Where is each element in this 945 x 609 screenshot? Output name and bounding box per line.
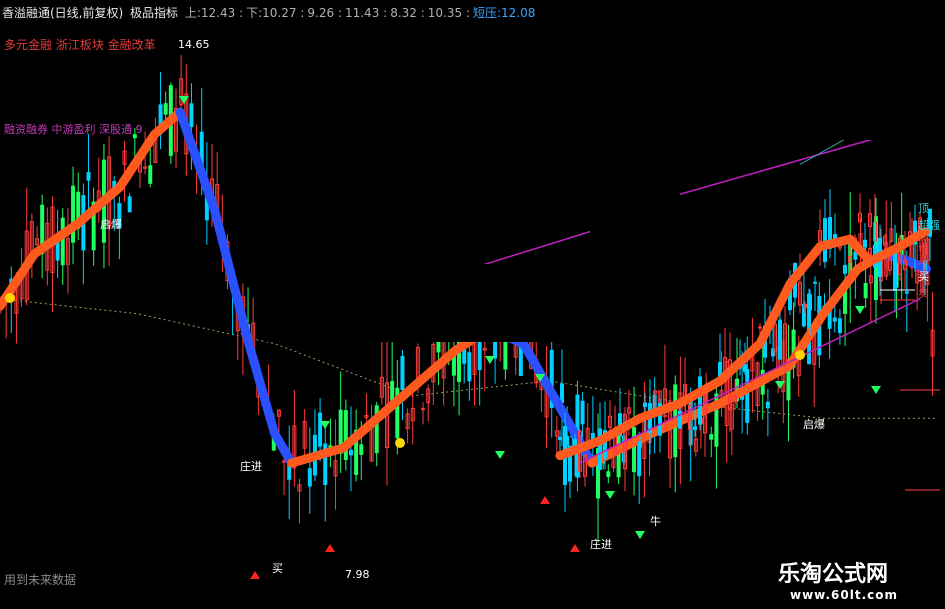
future-data-note: 用到未来数据 bbox=[4, 573, 77, 587]
annotation-label: 启爆 bbox=[100, 217, 122, 231]
stat-item: 8.32 : bbox=[390, 6, 425, 20]
candle-body bbox=[560, 383, 564, 404]
candle-body bbox=[832, 317, 837, 322]
candle-body bbox=[837, 318, 842, 333]
candle-body bbox=[778, 319, 782, 360]
right-label: 买 bbox=[918, 270, 929, 283]
masked-area-top bbox=[535, 0, 945, 140]
candle-body bbox=[71, 185, 76, 243]
sell-arrow bbox=[325, 544, 335, 552]
stat-item: 11.43 : bbox=[344, 6, 388, 20]
candle-body bbox=[390, 381, 395, 402]
candle-body bbox=[843, 264, 847, 274]
candle-body bbox=[462, 349, 467, 364]
buy-arrow bbox=[871, 386, 881, 394]
annotation-label: 庄进 bbox=[590, 537, 612, 551]
right-label: 买 bbox=[918, 253, 929, 266]
annotation-label: 启爆 bbox=[803, 417, 825, 431]
signal-dot bbox=[5, 293, 15, 303]
annotation-label: 14.65 bbox=[178, 38, 210, 51]
candle-body bbox=[663, 414, 667, 417]
stat-item: 9.26 : bbox=[307, 6, 342, 20]
watermark-logo: 乐淘公式网 bbox=[778, 562, 889, 587]
candle-body bbox=[127, 196, 132, 213]
candle-body bbox=[400, 355, 405, 391]
candle-body bbox=[863, 283, 868, 299]
candle-body bbox=[709, 434, 714, 440]
candle-body bbox=[359, 444, 364, 455]
right-label: 超强 bbox=[918, 219, 940, 232]
indicator-name: 极品指标 bbox=[130, 6, 179, 20]
annotation-label: 7.98 bbox=[345, 568, 370, 581]
candle-body bbox=[148, 165, 153, 184]
candle-body bbox=[863, 239, 867, 248]
candle-body bbox=[467, 352, 472, 382]
candle-body bbox=[638, 441, 642, 448]
right-signal-labels: 顶超强清买买卖 bbox=[918, 200, 940, 302]
annotation-label: 买 bbox=[272, 562, 283, 575]
right-label: 顶 bbox=[918, 202, 929, 215]
chart-header: 香溢融通(日线,前复权) 极品指标 上:12.43 : 下:10.27 :9.26… bbox=[2, 4, 607, 21]
candle-body bbox=[765, 401, 770, 409]
annotation-label: 牛 bbox=[650, 514, 661, 528]
masked-area-middle bbox=[265, 264, 680, 342]
buy-arrow bbox=[855, 306, 865, 314]
chart-stage: 14.65 7.98 启爆 庄进买牛启爆 庄进 香溢融通(日线,前复权) 极品指标 上:… bbox=[0, 0, 945, 609]
candle-body bbox=[189, 103, 194, 128]
candle-body bbox=[503, 340, 508, 370]
stat-item: 下:10.27 : bbox=[246, 6, 305, 20]
sell-arrow bbox=[540, 496, 550, 504]
stat-item: 10.35 : bbox=[427, 6, 470, 20]
buy-arrow bbox=[485, 356, 495, 364]
right-label: 卖 bbox=[918, 287, 929, 300]
candle-body bbox=[632, 427, 637, 473]
stock-title: 香溢融通(日线,前复权) bbox=[2, 6, 124, 20]
candle-body bbox=[643, 402, 647, 408]
candle-body bbox=[853, 251, 858, 260]
sector-tags: 多元金融 浙江板块 金融改革 bbox=[4, 38, 156, 52]
candle-body bbox=[580, 400, 585, 425]
watermark-url: www.60lt.com bbox=[790, 588, 899, 602]
candle-body bbox=[808, 294, 812, 311]
candle-body bbox=[86, 172, 91, 181]
concept-tags: 融资融券 中游盈利 深股通 9 bbox=[4, 123, 143, 136]
candle-body bbox=[745, 368, 750, 423]
candle-body bbox=[813, 281, 817, 284]
candle-body bbox=[606, 471, 611, 478]
candle-body bbox=[893, 248, 897, 291]
buy-arrow bbox=[605, 491, 615, 499]
candle-body bbox=[307, 468, 312, 487]
sell-arrow bbox=[570, 544, 580, 552]
candle-body bbox=[163, 103, 168, 115]
signal-dot bbox=[795, 350, 805, 360]
candle-body bbox=[318, 412, 323, 447]
signal-dot bbox=[395, 438, 405, 448]
candle-body bbox=[758, 326, 762, 329]
candle-body bbox=[421, 408, 426, 411]
candle-body bbox=[823, 218, 827, 263]
buy-arrow bbox=[495, 451, 505, 459]
stat-item: 短压:12.08 : bbox=[472, 6, 544, 20]
candle-body bbox=[693, 426, 697, 430]
stat-item: 上:12.43 : bbox=[184, 6, 244, 20]
candle-body bbox=[348, 449, 353, 456]
buy-arrow bbox=[635, 531, 645, 539]
right-label: 清 bbox=[918, 236, 929, 249]
candle-body bbox=[904, 291, 909, 294]
candle-body bbox=[60, 217, 65, 266]
candle-body bbox=[743, 364, 747, 372]
candle-body bbox=[558, 436, 562, 441]
sell-arrow bbox=[250, 571, 260, 579]
annotation-label: 庄进 bbox=[240, 459, 262, 473]
candle-body bbox=[698, 376, 702, 425]
